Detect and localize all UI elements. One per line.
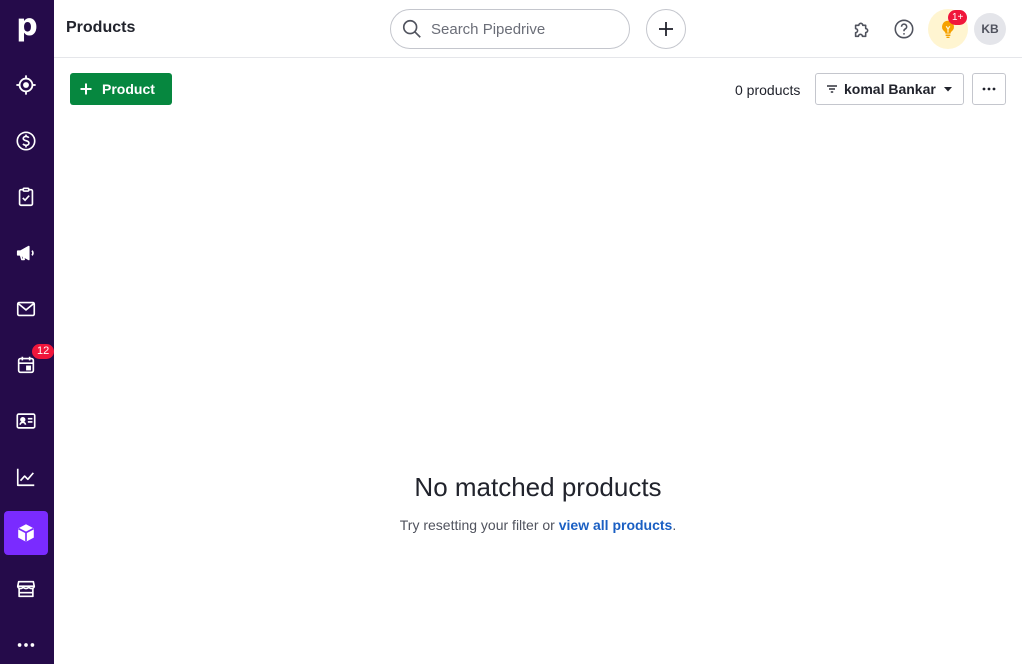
sidebar-item-deals[interactable] (4, 119, 48, 163)
store-icon (16, 580, 36, 598)
logo-letter: p (16, 8, 38, 43)
trend-chart-icon (16, 468, 35, 487)
empty-state-title: No matched products (414, 472, 662, 502)
plus-icon (659, 22, 673, 36)
ellipsis-icon (982, 87, 996, 91)
megaphone-icon (16, 245, 34, 261)
caret-down-icon (943, 87, 952, 92)
top-bar: Products Search Pipedrive 1+ KB (54, 0, 1022, 58)
search-input[interactable] (431, 20, 611, 38)
sidebar-item-contacts[interactable] (4, 399, 48, 443)
pipedrive-logo[interactable]: p (0, 0, 54, 56)
quick-add-button[interactable] (646, 9, 686, 49)
empty-state-text: Try resetting your filter or (399, 517, 559, 533)
more-dots-icon (17, 643, 35, 647)
clipboard-check-icon (18, 187, 34, 207)
sidebar-item-leads[interactable] (4, 63, 48, 107)
sidebar-item-activities[interactable]: 12 (4, 343, 55, 387)
sidebar-item-products[interactable] (4, 511, 48, 555)
owner-filter-dropdown[interactable]: komal Bankar (815, 73, 964, 105)
add-product-label: Product (102, 81, 155, 97)
view-all-products-link[interactable]: view all products (559, 517, 673, 533)
app-window: p 12 Products Search Pipedrive 1+ KB Pro… (0, 0, 1022, 664)
search-icon (402, 19, 421, 38)
sidebar-item-projects[interactable] (4, 175, 48, 219)
sidebar-item-more[interactable] (4, 623, 48, 664)
empty-state-period: . (672, 517, 677, 533)
product-count: 0 products (735, 82, 801, 98)
sidebar-item-insights[interactable] (4, 455, 48, 499)
sidebar: p 12 (0, 0, 55, 664)
contact-card-icon (16, 413, 36, 429)
calendar-icon (17, 356, 35, 374)
search-box[interactable] (390, 9, 630, 49)
extensions-button[interactable] (848, 15, 876, 43)
activities-badge: 12 (32, 344, 55, 359)
notifications-button[interactable]: 1+ (928, 9, 968, 49)
more-actions-button[interactable] (972, 73, 1006, 105)
sidebar-item-campaigns[interactable] (4, 231, 48, 275)
sidebar-item-marketplace[interactable] (4, 567, 48, 611)
target-icon (16, 75, 36, 95)
add-product-button[interactable]: Product (70, 73, 172, 105)
page-title: Products (66, 19, 136, 36)
dollar-circle-icon (16, 131, 36, 151)
user-avatar[interactable]: KB (974, 13, 1006, 45)
filter-label: komal Bankar (844, 81, 936, 97)
plus-icon (80, 83, 92, 95)
sidebar-item-mail[interactable] (4, 287, 48, 331)
envelope-icon (16, 301, 36, 317)
help-button[interactable] (890, 15, 918, 43)
help-circle-icon (894, 19, 914, 39)
puzzle-icon (854, 22, 869, 38)
box-icon (18, 524, 34, 542)
notification-badge: 1+ (948, 10, 968, 25)
filter-icon (827, 85, 837, 93)
empty-state-message: Try resetting your filter or view all pr… (54, 517, 1022, 533)
